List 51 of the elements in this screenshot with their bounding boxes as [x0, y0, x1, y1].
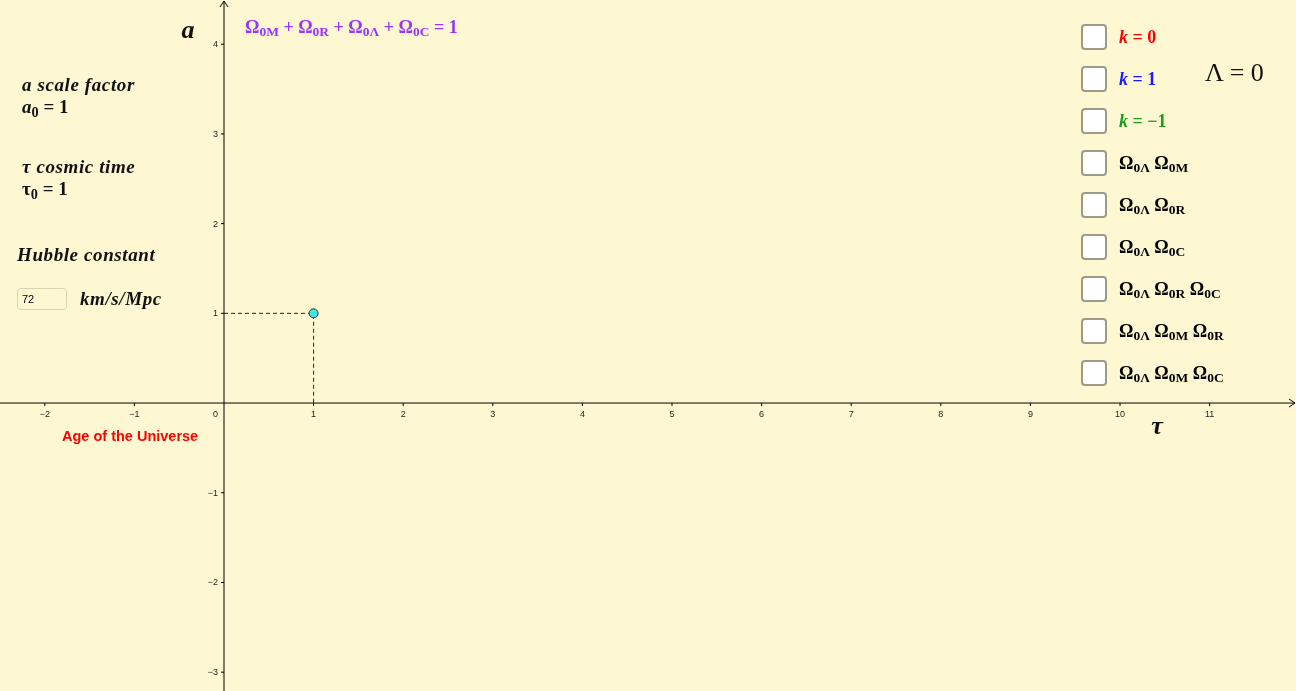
- tick-label: −3: [207, 667, 218, 678]
- hubble-constant-title: Hubble constant: [17, 244, 156, 266]
- formula-text: Ω$_{0M}$ + Ω$_{0R}$ + Ω$_{0Λ}$ + Ω$_{0C}$ = 1: [245, 16, 458, 38]
- tick-label: 2: [400, 409, 406, 420]
- axis-label: a: [181, 15, 195, 44]
- checkbox[interactable]: [1081, 24, 1107, 50]
- tick-label: 6: [759, 409, 765, 420]
- checkbox[interactable]: [1081, 318, 1107, 344]
- checkbox[interactable]: [1081, 108, 1107, 134]
- tick-label: 1: [213, 308, 218, 319]
- tick-label: 4: [579, 409, 585, 420]
- tick-label: 10: [1115, 409, 1126, 420]
- tick-label: 3: [490, 409, 496, 420]
- checkbox[interactable]: [1081, 66, 1107, 92]
- checkbox-label: Ω$_{0Λ}$ Ω$_{0R}$: [1119, 194, 1186, 216]
- checkbox[interactable]: [1081, 234, 1107, 260]
- tick-label: 11: [1204, 409, 1215, 420]
- checkbox-label: k = −1: [1119, 110, 1167, 132]
- checkbox[interactable]: [1081, 276, 1107, 302]
- checkbox[interactable]: [1081, 192, 1107, 218]
- tick-label: −2: [39, 409, 50, 420]
- checkbox-label: k = 0: [1119, 26, 1157, 48]
- scale-factor-title: a scale factor: [22, 74, 135, 96]
- checkbox-label: Ω$_{0Λ}$ Ω$_{0M}$ Ω$_{0C}$: [1119, 362, 1224, 384]
- scale-factor-value: a$_{0}$ = 1: [22, 96, 69, 118]
- tick-label: 2: [213, 218, 218, 229]
- tick-label: 7: [848, 409, 854, 420]
- checkbox-label: Ω$_{0Λ}$ Ω$_{0M}$ Ω$_{0R}$: [1119, 320, 1224, 342]
- checkbox-label: Ω$_{0Λ}$ Ω$_{0R}$ Ω$_{0C}$: [1119, 278, 1221, 300]
- age-of-universe-label: Age of the Universe: [62, 427, 199, 445]
- checkbox-label: k = 1: [1119, 68, 1157, 90]
- tick-label: 1: [311, 409, 317, 420]
- tick-label: −1: [129, 409, 140, 420]
- checkbox[interactable]: [1081, 150, 1107, 176]
- cosmic-time-value: τ$_{0}$ = 1: [22, 178, 68, 200]
- unit-label: km/s/Mpc: [80, 288, 162, 310]
- tick-label: 9: [1027, 409, 1033, 420]
- axis-label: τ: [1151, 411, 1163, 440]
- tick-label: 5: [669, 409, 675, 420]
- checkbox-label: Ω$_{0Λ}$ Ω$_{0M}$: [1119, 152, 1189, 174]
- checkbox-label: Ω$_{0Λ}$ Ω$_{0C}$: [1119, 236, 1186, 258]
- cosmic-time-title: τ cosmic time: [22, 156, 136, 178]
- tick-label: 3: [213, 128, 218, 139]
- tick-label: 4: [213, 39, 218, 50]
- hubble-constant-field[interactable]: 72: [17, 288, 67, 310]
- lambda-note: Λ = 0: [1205, 58, 1264, 88]
- origin-label: 0: [213, 409, 218, 420]
- checkbox[interactable]: [1081, 360, 1107, 386]
- tick-label: −2: [207, 577, 218, 588]
- tick-label: 8: [938, 409, 944, 420]
- tick-label: −1: [207, 487, 218, 498]
